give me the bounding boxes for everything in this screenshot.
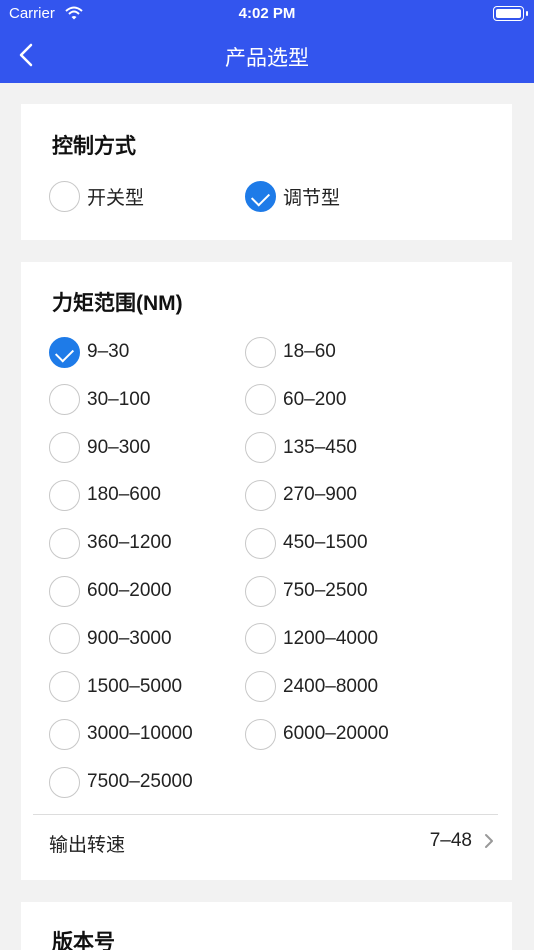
radio-option[interactable]: 9–30 <box>49 334 129 370</box>
radio-option-label: 30–100 <box>87 388 151 410</box>
radio-option[interactable]: 135–450 <box>245 430 357 466</box>
radio-option[interactable]: 600–2000 <box>49 573 172 609</box>
radio-icon <box>245 432 276 464</box>
radio-option[interactable]: 6000–20000 <box>245 716 389 752</box>
radio-icon <box>49 575 80 607</box>
radio-option[interactable]: 90–300 <box>49 430 150 466</box>
radio-icon <box>49 527 80 559</box>
version-card: 版本号 <box>21 902 512 950</box>
version-title: 版本号 <box>52 931 115 950</box>
radio-option-label: 360–1200 <box>87 532 172 554</box>
radio-option[interactable]: 360–1200 <box>49 525 172 561</box>
radio-icon <box>245 718 276 750</box>
battery-icon <box>493 6 528 21</box>
radio-option[interactable]: 3000–10000 <box>49 716 193 752</box>
radio-option-label: 450–1500 <box>283 532 368 554</box>
divider <box>33 814 498 815</box>
radio-option-label: 6000–20000 <box>283 723 389 745</box>
radio-option-label: 9–30 <box>87 341 130 362</box>
radio-icon <box>49 623 80 655</box>
radio-icon <box>49 384 80 416</box>
radio-icon <box>245 623 276 655</box>
radio-icon <box>245 384 276 416</box>
output-speed-row[interactable]: 输出转速 7–48 <box>21 818 512 860</box>
radio-option[interactable]: 1200–4000 <box>245 621 378 657</box>
checked-radio-icon <box>245 180 276 212</box>
radio-icon <box>49 479 80 511</box>
radio-option-label: 调节型 <box>283 187 341 209</box>
radio-option-label: 1500–5000 <box>87 675 183 697</box>
radio-icon <box>49 766 80 798</box>
radio-icon <box>245 575 276 607</box>
radio-option[interactable]: 750–2500 <box>245 573 368 609</box>
radio-option[interactable]: 开关型 <box>49 178 144 214</box>
torque-range-card: 力矩范围(NM) 9–30 18–60 30–100 60–200 90–300 135–… <box>21 262 512 880</box>
radio-option[interactable]: 7500–25000 <box>49 764 193 800</box>
radio-option-label: 3000–10000 <box>87 723 193 745</box>
radio-option[interactable]: 2400–8000 <box>245 669 378 705</box>
radio-option-label: 18–60 <box>283 341 336 362</box>
radio-icon <box>245 527 276 559</box>
radio-option-label: 2400–8000 <box>283 675 379 697</box>
radio-option-label: 270–900 <box>283 484 357 506</box>
radio-option[interactable]: 900–3000 <box>49 621 172 657</box>
page-title: 产品选型 <box>225 47 309 70</box>
radio-option-label: 开关型 <box>87 187 145 209</box>
radio-option-label: 750–2500 <box>283 580 368 601</box>
radio-icon <box>49 180 80 212</box>
control-mode-card: 控制方式 开关型 调节型 <box>21 104 512 240</box>
radio-option-label: 1200–4000 <box>283 627 379 649</box>
chevron-right-icon <box>485 834 493 848</box>
radio-icon <box>245 336 276 368</box>
radio-icon <box>49 671 80 703</box>
radio-icon <box>245 671 276 703</box>
radio-option[interactable]: 60–200 <box>245 382 346 418</box>
radio-icon <box>49 432 80 464</box>
radio-option-label: 60–200 <box>283 388 347 410</box>
radio-option-label: 600–2000 <box>87 580 172 601</box>
nav-bar: 产品选型 <box>0 28 534 83</box>
radio-option-label: 900–3000 <box>87 627 172 649</box>
status-bar: Carrier 4:02 PM <box>0 0 534 28</box>
radio-option-label: 90–300 <box>87 436 151 458</box>
radio-option[interactable]: 调节型 <box>245 178 340 214</box>
output-speed-value: 7–48 <box>429 830 472 851</box>
radio-option-label: 135–450 <box>283 436 357 458</box>
radio-option[interactable]: 30–100 <box>49 382 150 418</box>
radio-option[interactable]: 18–60 <box>245 334 336 370</box>
output-speed-label: 输出转速 <box>49 835 126 856</box>
radio-option-label: 7500–25000 <box>87 771 193 793</box>
radio-icon <box>245 479 276 511</box>
torque-range-title: 力矩范围(NM) <box>52 292 183 315</box>
control-mode-title: 控制方式 <box>52 135 136 158</box>
radio-option[interactable]: 450–1500 <box>245 525 368 561</box>
radio-icon <box>49 718 80 750</box>
radio-option[interactable]: 1500–5000 <box>49 669 182 705</box>
chevron-left-icon[interactable] <box>14 40 42 70</box>
checked-radio-icon <box>49 336 80 368</box>
radio-option-label: 180–600 <box>87 484 161 506</box>
status-time: 4:02 PM <box>238 5 296 22</box>
radio-option[interactable]: 270–900 <box>245 477 357 513</box>
radio-option[interactable]: 180–600 <box>49 477 161 513</box>
